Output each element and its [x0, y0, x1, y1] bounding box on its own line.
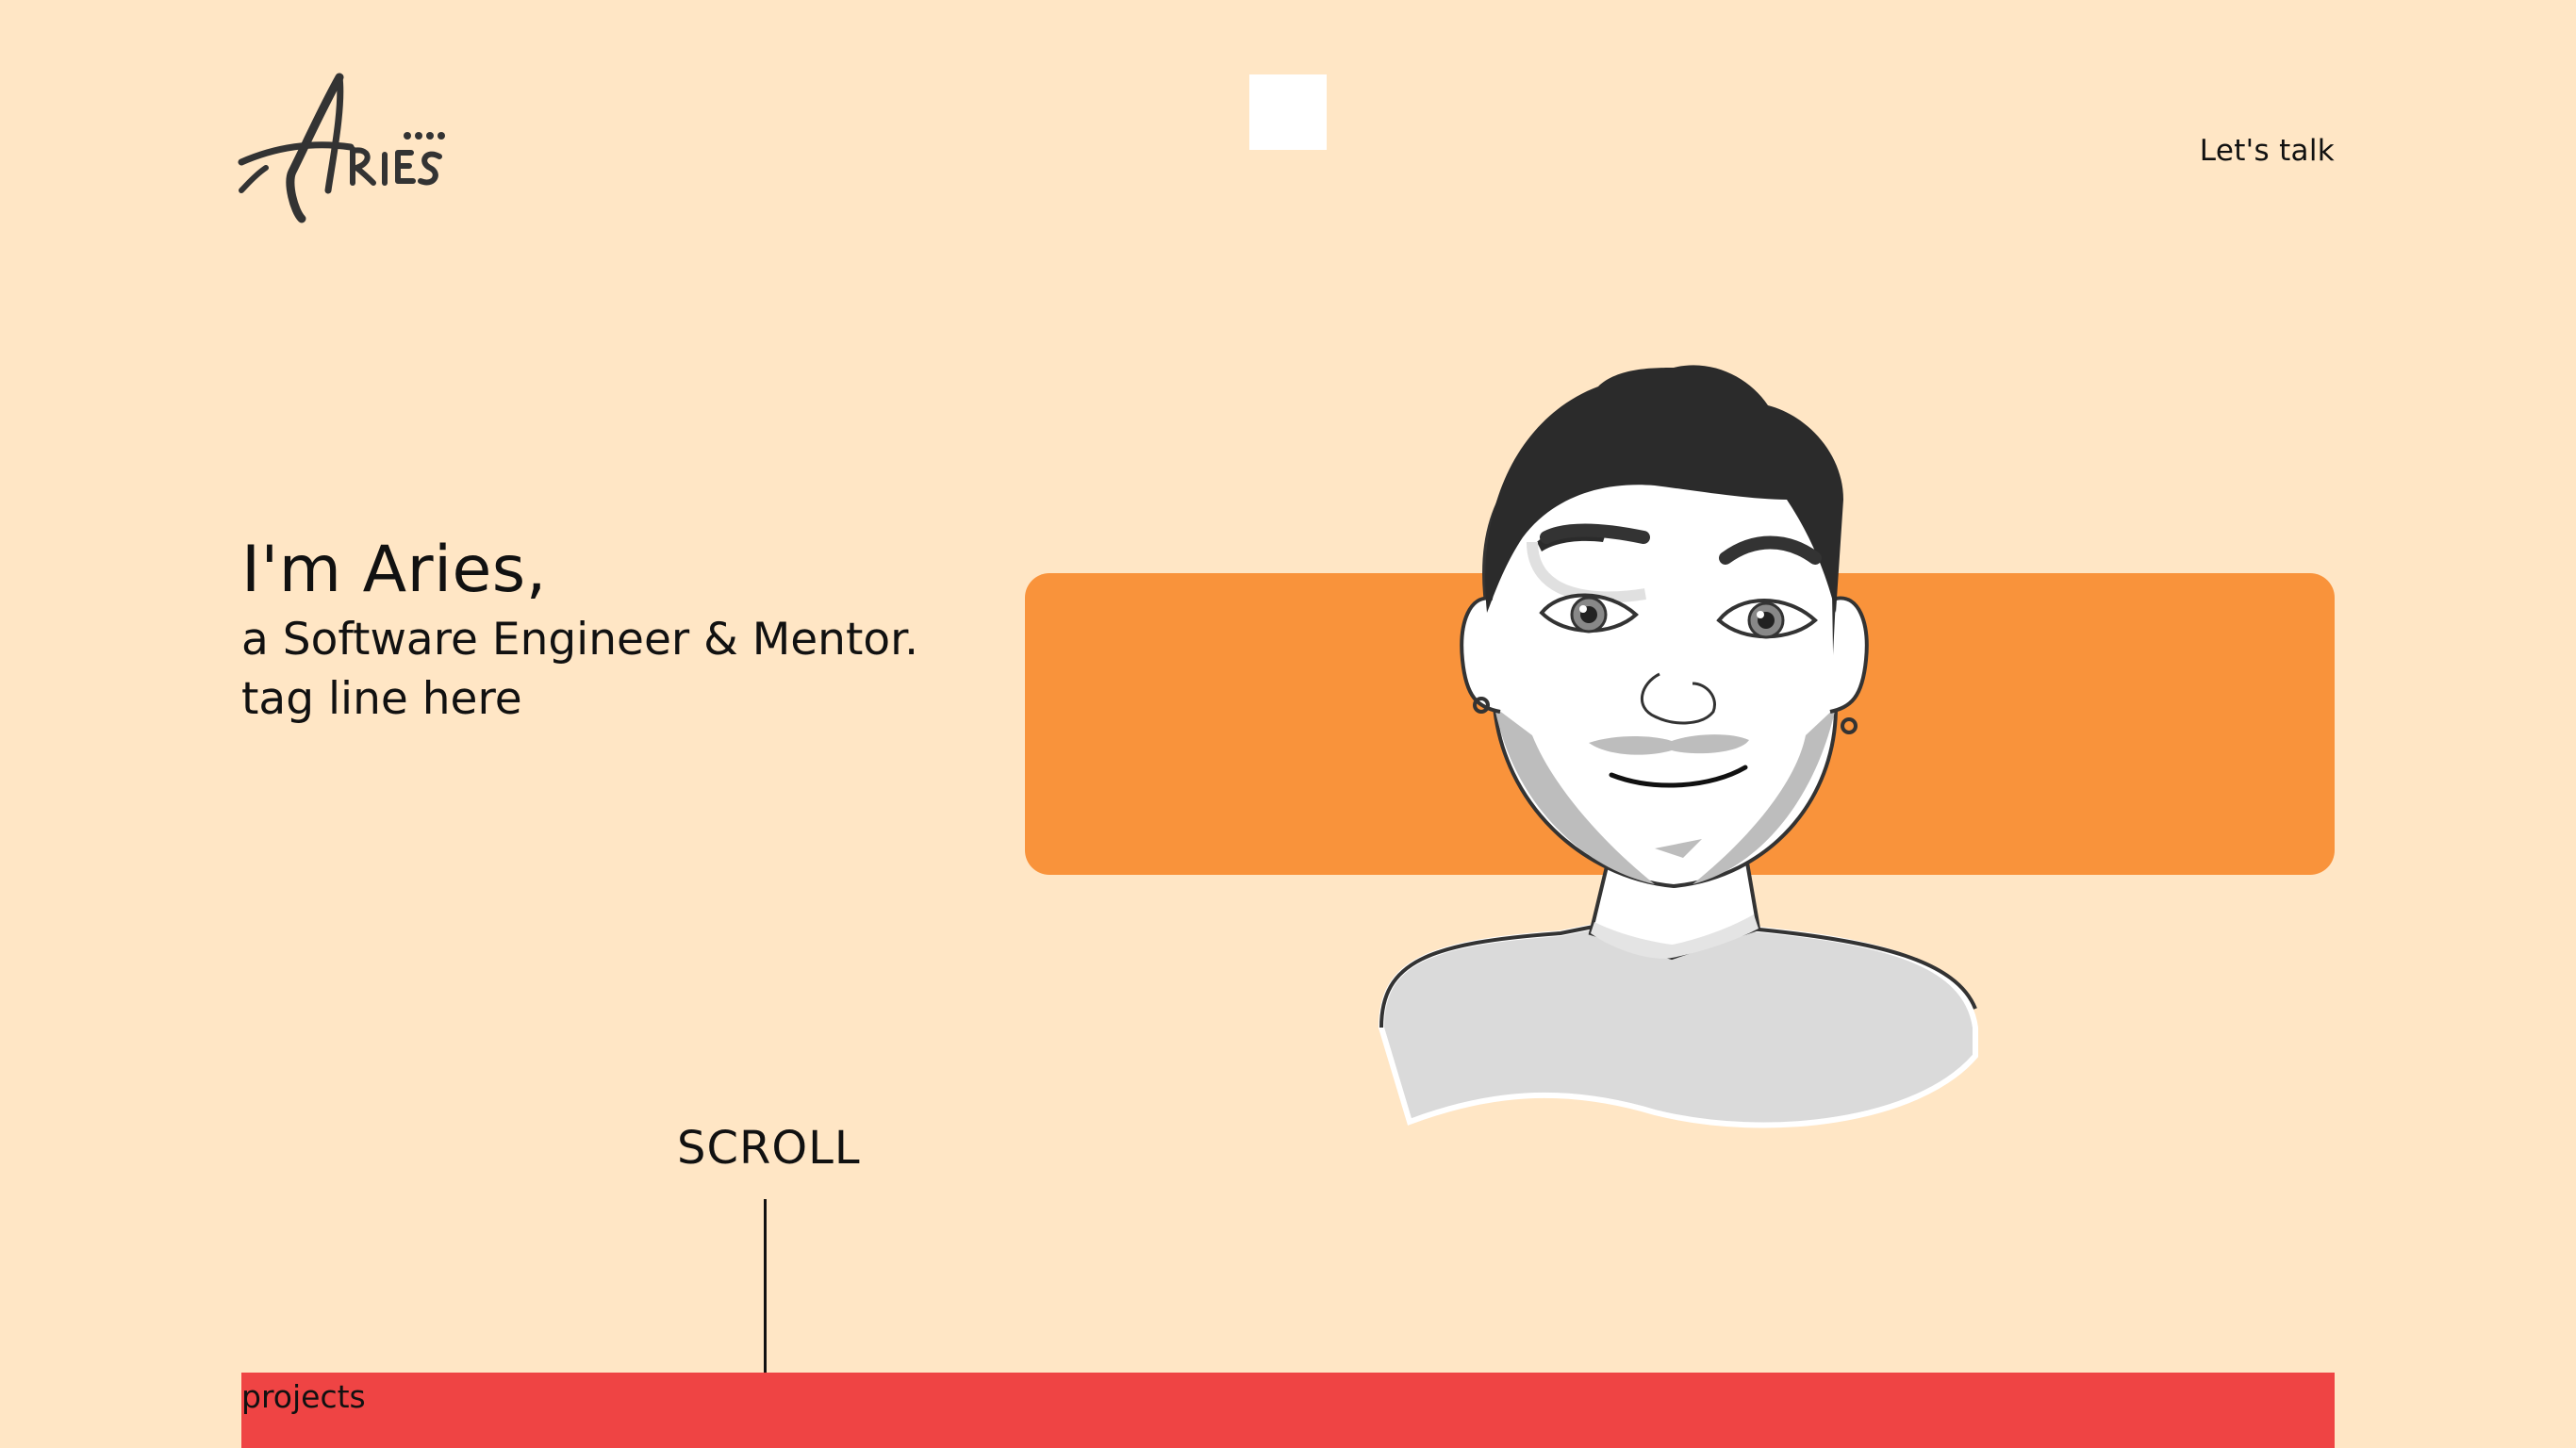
cartoon-avatar-illustration-icon — [1378, 365, 1978, 1128]
avatar — [1372, 311, 1985, 1141]
nav-placeholder-box[interactable] — [1249, 74, 1327, 150]
projects-section: projects — [241, 1373, 2335, 1448]
aries-logo[interactable] — [238, 70, 445, 230]
lets-talk-link[interactable]: Let's talk — [2200, 134, 2335, 168]
page: Let's talk I'm Aries, a Software Enginee… — [0, 0, 2576, 1448]
hero-role: a Software Engineer & Mentor. — [241, 614, 919, 666]
aries-signature-logo-icon — [238, 73, 445, 223]
hero-greeting: I'm Aries, — [241, 533, 547, 607]
hero-intro: I'm Aries, a Software Engineer & Mentor.… — [241, 530, 918, 730]
hero-tagline: tag line here — [241, 673, 522, 725]
scroll-hint-label: SCROLL — [677, 1122, 861, 1175]
projects-section-label: projects — [241, 1378, 366, 1415]
